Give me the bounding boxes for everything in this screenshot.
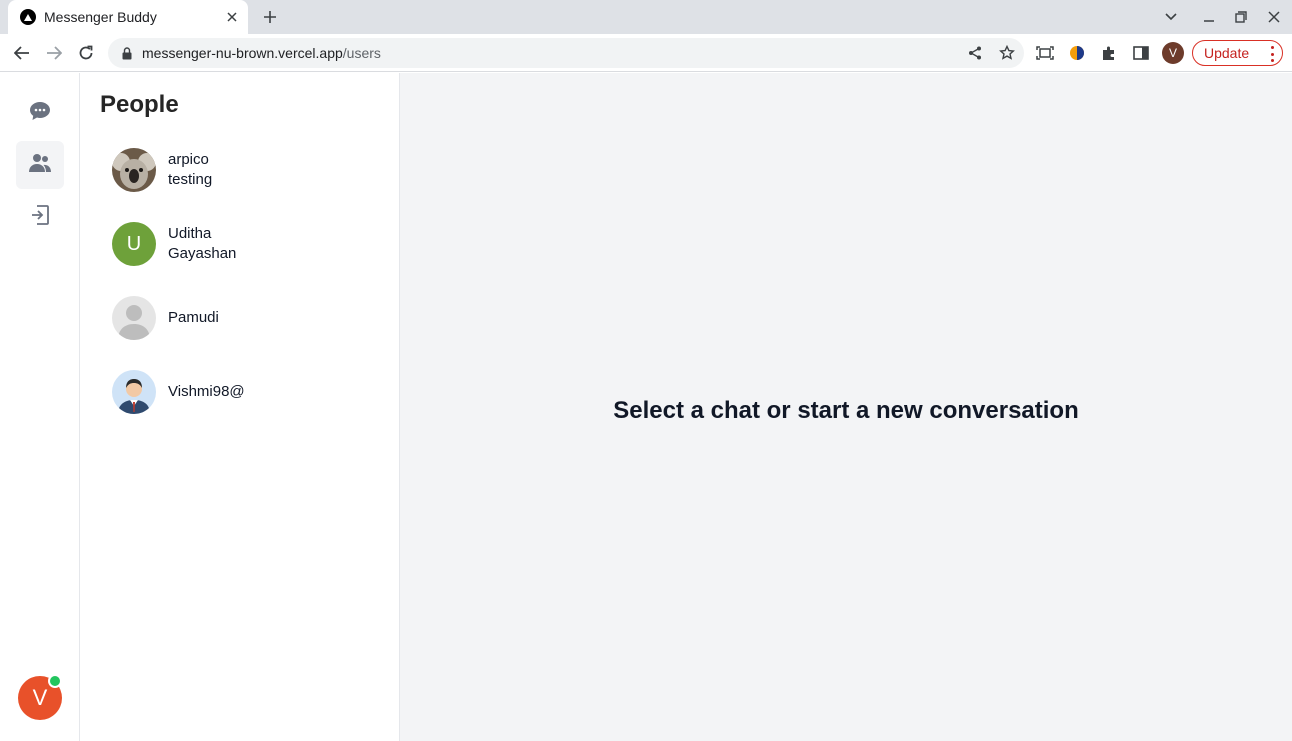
update-button[interactable]: Update	[1192, 40, 1283, 66]
person-item[interactable]: U Uditha Gayashan	[100, 212, 380, 276]
browser-toolbar: messenger-nu-brown.vercel.app/users V Up…	[0, 34, 1292, 72]
nav-chat[interactable]	[16, 89, 64, 137]
reload-icon[interactable]	[76, 43, 96, 63]
tab-search-chevron-icon[interactable]	[1163, 9, 1179, 25]
browser-tab[interactable]: Messenger Buddy	[8, 0, 248, 34]
close-window-icon[interactable]	[1266, 9, 1282, 25]
person-item[interactable]: Vishmi98@	[100, 360, 380, 424]
initial-avatar: U	[112, 222, 156, 266]
share-icon[interactable]	[966, 44, 984, 62]
avatar-initial: U	[126, 232, 142, 255]
nav-rail: V	[0, 73, 80, 741]
chat-bubble-icon	[28, 100, 52, 127]
browser-tab-strip: Messenger Buddy	[0, 0, 1292, 34]
update-label: Update	[1204, 45, 1250, 61]
extensions-puzzle-icon[interactable]	[1100, 44, 1118, 62]
nav-logout[interactable]	[16, 193, 64, 241]
kebab-menu-icon	[1270, 46, 1274, 62]
restore-icon[interactable]	[1233, 9, 1249, 25]
forward-arrow-icon[interactable]	[44, 43, 64, 63]
side-panel-icon[interactable]	[1132, 44, 1150, 62]
extension-orange-blue-icon[interactable]	[1068, 44, 1086, 62]
online-status-dot	[48, 674, 62, 688]
businessman-avatar	[112, 370, 156, 414]
empty-state-message: Select a chat or start a new conversatio…	[613, 397, 1079, 424]
messenger-app: V People arpico testing U Uditha Gayasha…	[0, 73, 1292, 741]
url-text: messenger-nu-brown.vercel.app/users	[142, 45, 381, 61]
lock-icon[interactable]	[120, 46, 134, 60]
users-icon	[28, 152, 52, 179]
tab-close-icon[interactable]	[224, 9, 240, 25]
logout-icon	[29, 204, 51, 231]
person-name: Vishmi98@	[168, 383, 245, 400]
person-item[interactable]: Pamudi	[100, 286, 380, 350]
person-name: Pamudi	[168, 309, 219, 326]
tab-title: Messenger Buddy	[44, 9, 157, 25]
address-bar[interactable]: messenger-nu-brown.vercel.app/users	[108, 38, 1024, 68]
person-name: Uditha Gayashan	[168, 225, 237, 262]
browser-profile-avatar[interactable]: V	[1162, 42, 1184, 64]
people-heading: People	[100, 91, 179, 118]
conversation-area: Select a chat or start a new conversatio…	[400, 73, 1292, 741]
back-arrow-icon[interactable]	[12, 43, 32, 63]
person-item[interactable]: arpico testing	[100, 138, 380, 202]
screen-capture-icon[interactable]	[1036, 44, 1054, 62]
minimize-icon[interactable]	[1201, 9, 1217, 25]
people-panel: People arpico testing U Uditha Gayashan	[80, 73, 400, 741]
bookmark-star-icon[interactable]	[998, 44, 1016, 62]
new-tab-icon[interactable]	[260, 7, 280, 27]
koala-avatar	[112, 148, 156, 192]
placeholder-avatar	[112, 296, 156, 340]
vercel-favicon-icon	[20, 9, 36, 25]
person-name: arpico testing	[168, 151, 213, 188]
nav-people[interactable]	[16, 141, 64, 189]
